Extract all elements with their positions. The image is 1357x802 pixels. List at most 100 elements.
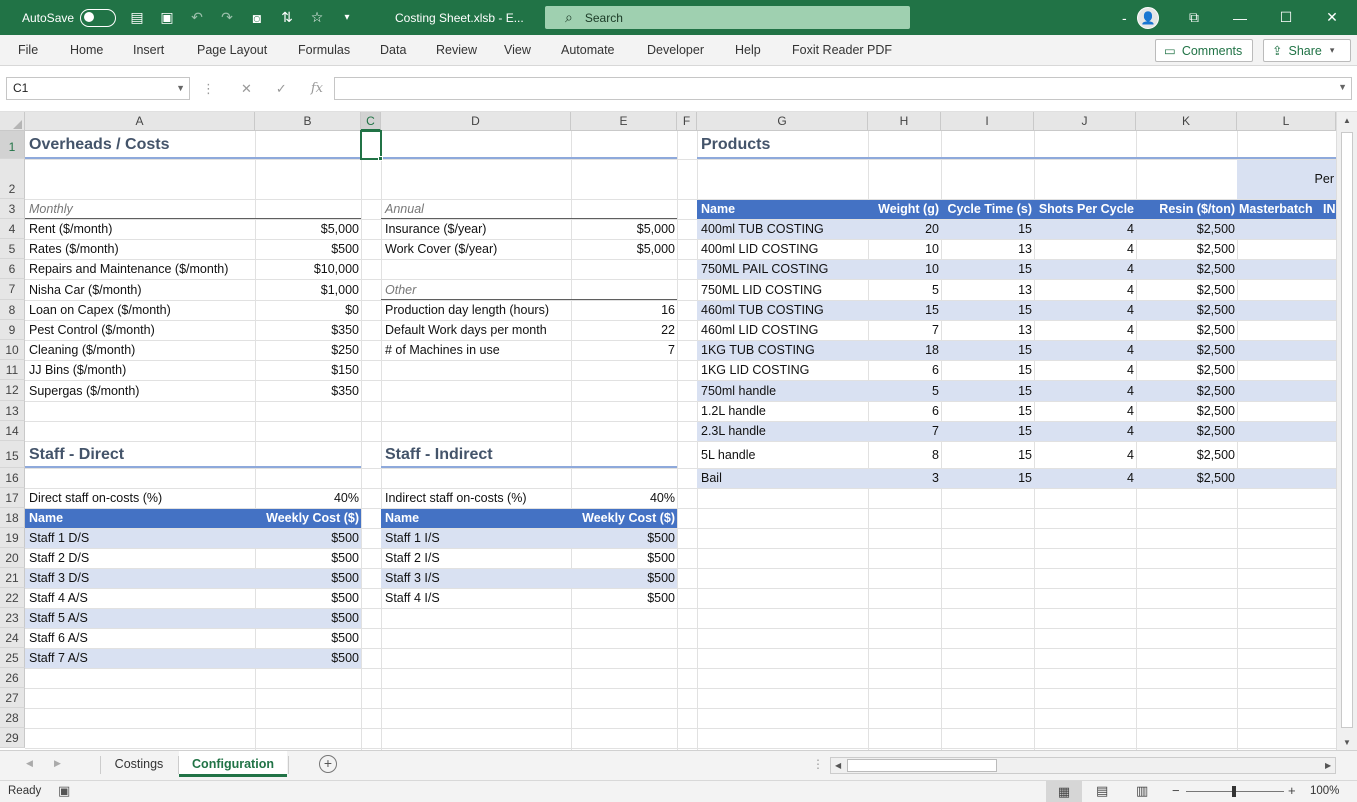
- macro-record-icon[interactable]: ▣: [58, 783, 70, 799]
- product-shots[interactable]: 4: [1034, 219, 1136, 239]
- product-name[interactable]: 2.3L handle: [699, 421, 868, 441]
- row-header-10[interactable]: 10: [0, 340, 25, 360]
- product-shots[interactable]: 4: [1034, 441, 1136, 468]
- scroll-right-icon[interactable]: ▶: [1325, 761, 1331, 770]
- tab-data[interactable]: Data: [380, 35, 406, 66]
- product-cycle[interactable]: 15: [941, 360, 1034, 380]
- staff-cost[interactable]: $500: [255, 548, 361, 568]
- tab-automate[interactable]: Automate: [561, 35, 615, 66]
- column-header-g[interactable]: G: [697, 112, 868, 131]
- product-weight[interactable]: 6: [868, 401, 941, 421]
- column-header-a[interactable]: A: [25, 112, 255, 131]
- product-weight[interactable]: 5: [868, 380, 941, 401]
- row-header-3[interactable]: 3: [0, 199, 25, 219]
- name-box[interactable]: C1 ▼: [6, 77, 190, 100]
- annual-value[interactable]: $5,000: [571, 239, 677, 259]
- staff-name[interactable]: Staff 1 I/S: [383, 528, 571, 548]
- tab-foxit[interactable]: Foxit Reader PDF: [792, 35, 892, 66]
- formula-input[interactable]: ▼: [334, 77, 1352, 100]
- sheet-tab-costings[interactable]: Costings: [101, 751, 177, 777]
- direct-oncost-label[interactable]: Direct staff on-costs (%): [27, 488, 255, 508]
- row-header-18[interactable]: 18: [0, 508, 25, 528]
- product-cycle[interactable]: 13: [941, 279, 1034, 300]
- scroll-up-icon[interactable]: ▲: [1343, 116, 1351, 125]
- overhead-value[interactable]: $250: [255, 340, 361, 360]
- overhead-name[interactable]: Rates ($/month): [27, 239, 255, 259]
- staff-cost[interactable]: $500: [571, 568, 677, 588]
- row-header-11[interactable]: 11: [0, 360, 25, 380]
- column-header-c[interactable]: C: [361, 112, 381, 131]
- search-box[interactable]: ⌕ Search: [545, 6, 910, 29]
- product-resin[interactable]: $2,500: [1136, 219, 1237, 239]
- product-cycle[interactable]: 15: [941, 441, 1034, 468]
- chevron-down-icon[interactable]: ▼: [176, 78, 185, 99]
- zoom-slider-thumb[interactable]: [1232, 786, 1236, 797]
- staff-name[interactable]: Staff 4 I/S: [383, 588, 571, 608]
- form-icon[interactable]: ▤: [128, 9, 146, 27]
- customize-qat-icon[interactable]: ▾: [338, 9, 356, 27]
- close-icon[interactable]: ✕: [1309, 0, 1355, 35]
- product-weight[interactable]: 3: [868, 468, 941, 488]
- overhead-value[interactable]: $10,000: [255, 259, 361, 279]
- staff-name[interactable]: Staff 2 D/S: [27, 548, 255, 568]
- product-resin[interactable]: $2,500: [1136, 421, 1237, 441]
- other-name[interactable]: Default Work days per month: [383, 320, 571, 340]
- column-header-l[interactable]: L: [1237, 112, 1336, 131]
- product-shots[interactable]: 4: [1034, 401, 1136, 421]
- product-name[interactable]: 5L handle: [699, 441, 868, 468]
- staff-name[interactable]: Staff 7 A/S: [27, 648, 255, 668]
- tab-page-layout[interactable]: Page Layout: [197, 35, 267, 66]
- other-value[interactable]: 16: [571, 300, 677, 320]
- staff-name[interactable]: Staff 6 A/S: [27, 628, 255, 648]
- row-header-20[interactable]: 20: [0, 548, 25, 568]
- row-header-26[interactable]: 26: [0, 668, 25, 688]
- column-header-d[interactable]: D: [381, 112, 571, 131]
- overhead-name[interactable]: Repairs and Maintenance ($/month): [27, 259, 255, 279]
- row-header-19[interactable]: 19: [0, 528, 25, 548]
- redo-icon[interactable]: ↷: [218, 9, 236, 27]
- row-header-23[interactable]: 23: [0, 608, 25, 628]
- product-resin[interactable]: $2,500: [1136, 300, 1237, 320]
- overhead-name[interactable]: Nisha Car ($/month): [27, 279, 255, 300]
- staff-cost[interactable]: $500: [255, 588, 361, 608]
- product-shots[interactable]: 4: [1034, 259, 1136, 279]
- prev-sheet-icon[interactable]: ◀: [26, 758, 33, 769]
- product-weight[interactable]: 18: [868, 340, 941, 360]
- product-name[interactable]: 1.2L handle: [699, 401, 868, 421]
- row-header-13[interactable]: 13: [0, 401, 25, 421]
- product-resin[interactable]: $2,500: [1136, 360, 1237, 380]
- row-header-28[interactable]: 28: [0, 708, 25, 728]
- product-name[interactable]: 400ml LID COSTING: [699, 239, 868, 259]
- staff-cost[interactable]: $500: [255, 528, 361, 548]
- staff-cost[interactable]: $500: [255, 608, 361, 628]
- row-header-24[interactable]: 24: [0, 628, 25, 648]
- row-header-14[interactable]: 14: [0, 421, 25, 441]
- staff-cost[interactable]: $500: [571, 528, 677, 548]
- other-name[interactable]: Production day length (hours): [383, 300, 571, 320]
- sort-icon[interactable]: ⇅: [278, 9, 296, 27]
- product-shots[interactable]: 4: [1034, 340, 1136, 360]
- product-shots[interactable]: 4: [1034, 421, 1136, 441]
- product-cycle[interactable]: 13: [941, 320, 1034, 340]
- splitter-icon[interactable]: ⋮: [812, 757, 824, 771]
- comments-button[interactable]: ▭ Comments: [1155, 39, 1253, 62]
- zoom-level[interactable]: 100%: [1310, 785, 1339, 797]
- product-cycle[interactable]: 15: [941, 421, 1034, 441]
- row-header-2[interactable]: 2: [0, 159, 25, 199]
- annual-value[interactable]: $5,000: [571, 219, 677, 239]
- other-name[interactable]: # of Machines in use: [383, 340, 571, 360]
- product-resin[interactable]: $2,500: [1136, 340, 1237, 360]
- row-header-1[interactable]: 1: [0, 131, 25, 159]
- row-header-16[interactable]: 16: [0, 468, 25, 488]
- row-header-4[interactable]: 4: [0, 219, 25, 239]
- product-weight[interactable]: 15: [868, 300, 941, 320]
- staff-name[interactable]: Staff 3 D/S: [27, 568, 255, 588]
- horizontal-scrollbar[interactable]: ◀ ▶: [830, 757, 1336, 774]
- overhead-value[interactable]: $5,000: [255, 219, 361, 239]
- product-name[interactable]: 750ml handle: [699, 380, 868, 401]
- product-weight[interactable]: 8: [868, 441, 941, 468]
- staff-cost[interactable]: $500: [571, 588, 677, 608]
- overhead-value[interactable]: $150: [255, 360, 361, 380]
- tab-developer[interactable]: Developer: [647, 35, 704, 66]
- overhead-value[interactable]: $1,000: [255, 279, 361, 300]
